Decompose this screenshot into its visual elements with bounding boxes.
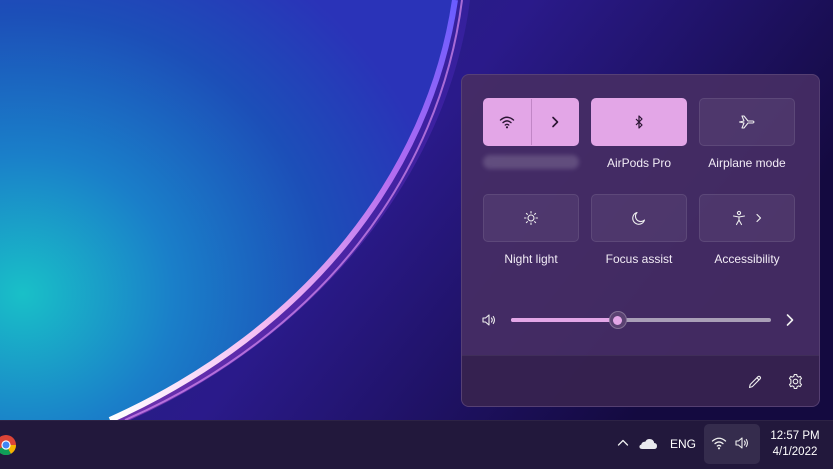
focus-assist-tile-label: Focus assist (605, 252, 673, 266)
moon-icon (632, 211, 646, 225)
night-light-tile-label: Night light (504, 252, 558, 266)
wifi-expand-button[interactable] (532, 99, 579, 145)
gear-icon[interactable] (787, 373, 804, 390)
chevron-right-icon (755, 213, 763, 223)
chrome-icon[interactable] (0, 434, 17, 456)
wifi-tile[interactable] (483, 98, 579, 146)
bluetooth-icon (634, 115, 644, 129)
airplane-mode-tile[interactable] (699, 98, 795, 146)
chevron-right-icon[interactable] (784, 313, 796, 327)
night-light-tile[interactable] (483, 194, 579, 242)
volume-slider-thumb[interactable] (608, 311, 627, 329)
bluetooth-tile-label: AirPods Pro (606, 156, 672, 170)
clock-date: 4/1/2022 (772, 446, 818, 458)
wifi-icon (711, 436, 727, 450)
wifi-network-name (483, 155, 579, 169)
wifi-toggle[interactable] (484, 99, 531, 145)
chevron-up-icon[interactable] (617, 437, 629, 449)
brightness-icon (523, 210, 539, 226)
chevron-right-icon (550, 116, 560, 128)
speaker-icon (734, 435, 750, 451)
wifi-icon (499, 115, 515, 129)
cloud-icon[interactable] (638, 437, 658, 450)
pencil-icon[interactable] (747, 374, 763, 390)
clock-time: 12:57 PM (770, 430, 820, 442)
accessibility-icon (731, 210, 747, 226)
quick-settings-footer (462, 355, 819, 406)
language-indicator[interactable]: ENG (670, 437, 696, 451)
accessibility-tile[interactable] (699, 194, 795, 242)
airplane-mode-tile-label: Airplane mode (708, 156, 786, 170)
clock[interactable]: 12:57 PM 4/1/2022 (764, 428, 826, 464)
volume-slider[interactable] (511, 311, 771, 329)
airplane-icon (738, 114, 756, 130)
speaker-icon[interactable] (481, 312, 497, 328)
bluetooth-tile[interactable] (591, 98, 687, 146)
volume-slider-fill (511, 318, 618, 322)
focus-assist-tile[interactable] (591, 194, 687, 242)
accessibility-tile-label: Accessibility (714, 252, 780, 266)
